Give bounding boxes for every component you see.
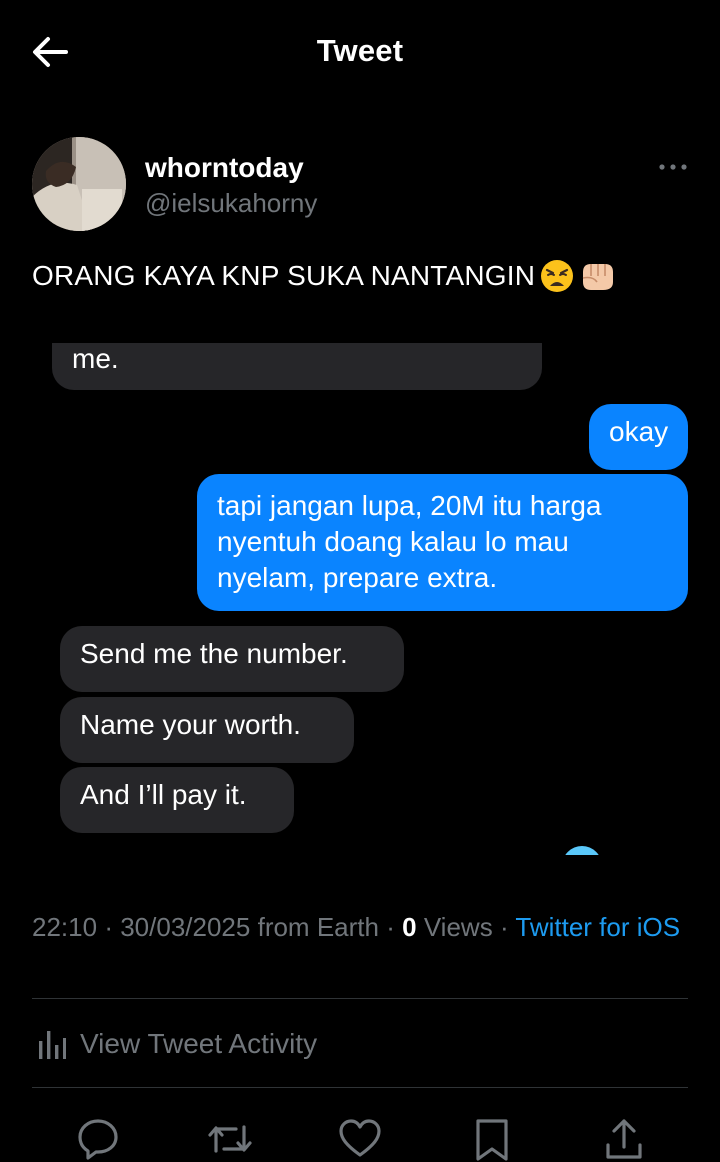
bookmark-button[interactable] [470,1117,514,1161]
share-button[interactable] [602,1117,646,1161]
tweet-location: from Earth [257,912,379,942]
user-handle[interactable]: @ielsukahorny [145,188,317,219]
reply-button[interactable] [76,1117,120,1161]
view-tweet-activity-label: View Tweet Activity [80,1028,318,1059]
oncoming-fist-emoji [579,258,615,294]
views-label: Views [423,912,493,942]
divider [32,998,688,999]
avatar[interactable] [32,137,126,231]
bar-chart-icon [39,1031,66,1059]
more-horizontal-icon [659,164,687,170]
divider [32,1087,688,1088]
chat-bubble-received: Name your worth. [60,697,354,763]
view-tweet-activity-button[interactable]: View Tweet Activity [32,1024,317,1064]
more-options-button[interactable] [658,157,688,177]
tweet-date: 30/03/2025 [120,912,251,942]
top-bar: Tweet [0,0,720,108]
weary-face-emoji [539,258,575,294]
chat-bubble-received: Send me the number. [60,626,404,692]
tweet-action-bar [0,1112,720,1162]
tweet-text: ORANG KAYA KNP SUKA NANTANGIN [32,260,536,291]
bookmark-icon [476,1119,508,1161]
views-count: 0 [402,912,417,942]
chat-bubble-sent: tapi jangan lupa, 20M itu harga nyentuh … [197,474,688,611]
chat-bubble-sent: okay [589,404,688,470]
tweet-body: ORANG KAYA KNP SUKA NANTANGIN [32,258,615,294]
tweet-time: 22:10 [32,912,98,942]
tweet-source-link[interactable]: Twitter for iOS [515,912,680,942]
chat-bubble-sent-partial [562,846,602,855]
tweet-media-image[interactable]: me. okay tapi jangan lupa, 20M itu harga… [32,343,688,855]
retweet-button[interactable] [206,1117,254,1161]
chat-bubble-received: And I’ll pay it. [60,767,294,833]
like-button[interactable] [338,1117,382,1161]
heart-icon [339,1119,381,1157]
page-title: Tweet [316,33,404,68]
retweet-icon [208,1125,252,1153]
tweet-author: whorntoday @ielsukahorny [32,137,688,233]
tweet-metadata: 22:10 · 30/03/2025 from Earth · 0 Views … [32,912,681,942]
share-icon [606,1119,642,1159]
avatar-photo [32,137,126,231]
chat-bubble-received: me. [52,343,542,390]
display-name[interactable]: whorntoday [145,152,304,184]
reply-icon [78,1119,118,1160]
